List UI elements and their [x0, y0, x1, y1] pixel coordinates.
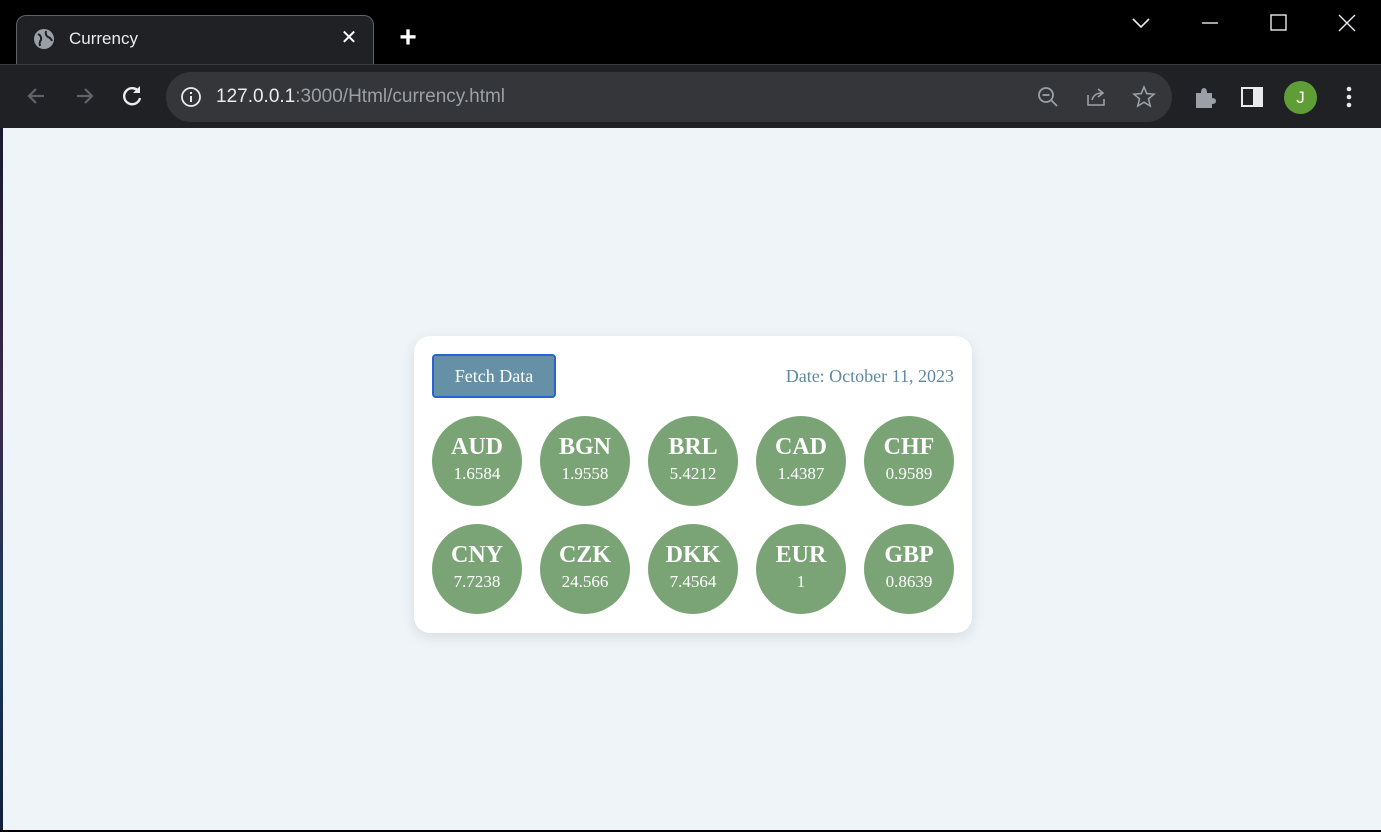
- close-icon[interactable]: ✕: [339, 28, 359, 48]
- currency-code: BGN: [558, 434, 611, 460]
- currency-rate: 7.7238: [453, 572, 501, 591]
- currency-card: Fetch Data Date: October 11, 2023 AUD 1.6…: [414, 336, 972, 633]
- currency-code: AUD: [451, 434, 503, 460]
- browser-toolbar: 127.0.0.1:3000/Html/currency.html J: [0, 64, 1381, 128]
- globe-icon: [34, 29, 54, 49]
- new-tab-button[interactable]: +: [392, 22, 424, 54]
- tab-strip: Currency ✕ +: [0, 0, 1381, 64]
- date-label: Date: October 11, 2023: [785, 366, 954, 386]
- extensions-icon[interactable]: [1191, 83, 1219, 111]
- currency-item: AUD 1.6584: [432, 416, 522, 506]
- url-path: :3000/Html/currency.html: [295, 86, 506, 107]
- currency-grid: AUD 1.6584 BGN 1.9558 BRL 5.4212 CAD 1.4387 …: [432, 416, 954, 614]
- url-text[interactable]: 127.0.0.1:3000/Html/currency.html: [216, 86, 505, 108]
- page-viewport: Fetch Data Date: October 11, 2023 AUD 1.6…: [3, 128, 1381, 830]
- fetch-data-button[interactable]: Fetch Data: [432, 354, 556, 398]
- maximize-icon[interactable]: [1263, 8, 1293, 38]
- currency-code: BRL: [668, 434, 718, 460]
- currency-item: CAD 1.4387: [756, 416, 846, 506]
- reload-icon[interactable]: [117, 81, 147, 111]
- currency-item: DKK 7.4564: [648, 524, 738, 614]
- currency-rate: 24.566: [561, 572, 609, 591]
- currency-code: GBP: [884, 542, 934, 568]
- avatar[interactable]: J: [1284, 81, 1317, 114]
- currency-rate: 0.8639: [885, 572, 933, 591]
- currency-rate: 1: [796, 572, 806, 591]
- currency-code: CAD: [775, 434, 827, 460]
- side-panel-icon[interactable]: [1238, 83, 1266, 111]
- menu-kebab-icon[interactable]: [1335, 83, 1363, 111]
- currency-rate: 1.6584: [453, 464, 501, 483]
- address-bar[interactable]: 127.0.0.1:3000/Html/currency.html: [166, 72, 1172, 122]
- currency-rate: 1.4387: [777, 464, 825, 483]
- window-close-icon[interactable]: [1332, 8, 1362, 38]
- bookmark-star-icon[interactable]: [1132, 85, 1156, 109]
- tab-title: Currency: [69, 29, 138, 48]
- forward-arrow-icon[interactable]: [69, 81, 99, 111]
- currency-code: CNY: [451, 542, 503, 568]
- back-arrow-icon[interactable]: [22, 81, 52, 111]
- currency-code: CZK: [558, 542, 611, 568]
- currency-code: CHF: [883, 434, 935, 460]
- info-icon[interactable]: [180, 86, 202, 108]
- currency-rate: 1.9558: [561, 464, 609, 483]
- currency-rate: 7.4564: [669, 572, 717, 591]
- currency-code: DKK: [665, 542, 721, 568]
- currency-code: EUR: [775, 542, 827, 568]
- currency-rate: 5.4212: [669, 464, 717, 483]
- browser-window: Currency ✕ + 127.0.0.1:3000/Html/currenc…: [0, 0, 1381, 832]
- currency-item: CNY 7.7238: [432, 524, 522, 614]
- currency-item: GBP 0.8639: [864, 524, 954, 614]
- minimize-icon[interactable]: [1195, 8, 1225, 38]
- currency-item: EUR 1: [756, 524, 846, 614]
- currency-item: BRL 5.4212: [648, 416, 738, 506]
- tab-search-icon[interactable]: [1126, 8, 1156, 38]
- currency-rate: 0.9589: [885, 464, 933, 483]
- zoom-out-icon[interactable]: [1036, 85, 1060, 109]
- share-icon[interactable]: [1084, 85, 1108, 109]
- currency-item: CHF 0.9589: [864, 416, 954, 506]
- currency-item: CZK 24.566: [540, 524, 630, 614]
- url-host: 127.0.0.1: [216, 86, 296, 107]
- tab-currency[interactable]: Currency ✕: [16, 15, 374, 64]
- currency-item: BGN 1.9558: [540, 416, 630, 506]
